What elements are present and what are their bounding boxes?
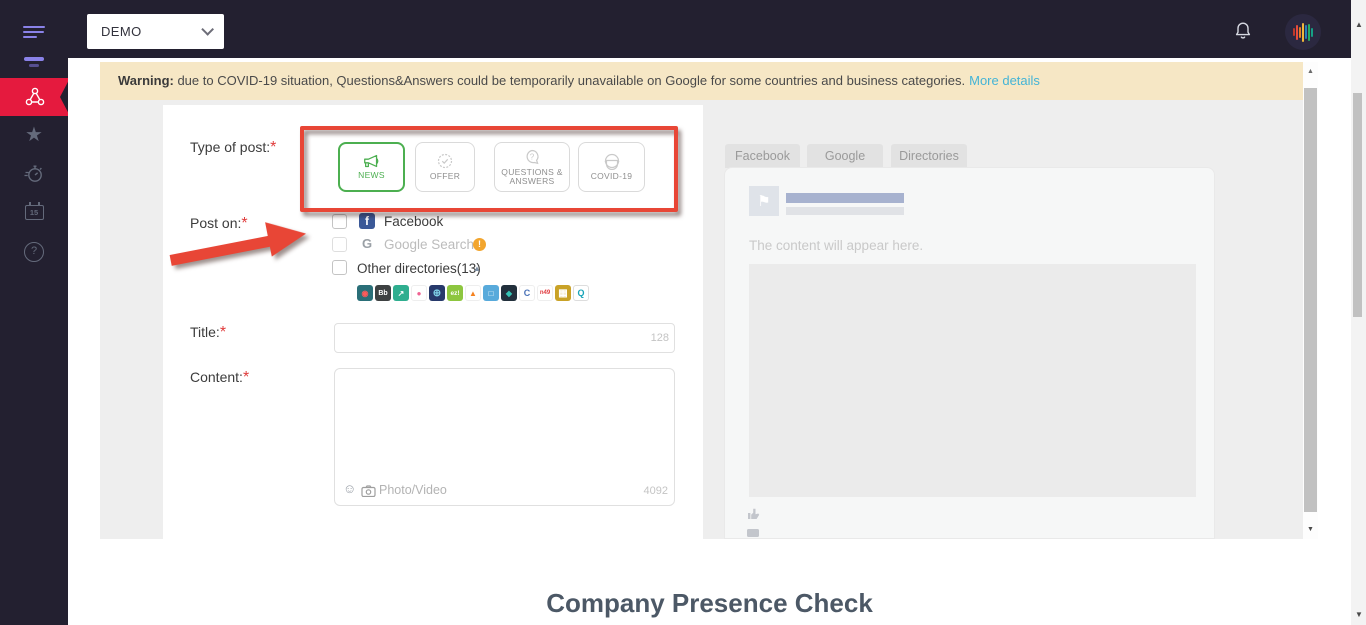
type-of-post-label: Type of post:* — [190, 139, 277, 156]
avatar: ⚑ — [749, 186, 779, 216]
directory-logo-9[interactable]: ◆ — [501, 285, 517, 301]
directory-logo-2[interactable]: Bb — [375, 285, 391, 301]
collapse-triangle-icon[interactable]: ▲ — [473, 264, 481, 273]
workspace-selector[interactable]: DEMO — [87, 14, 224, 49]
svg-text:?: ? — [530, 152, 535, 161]
post-type-offer-button[interactable]: OFFER — [415, 142, 475, 192]
badge-check-icon — [437, 154, 453, 169]
directory-logo-10[interactable]: C — [519, 285, 535, 301]
like-icon — [747, 507, 761, 525]
post-preview-card: ⚑ The content will appear here. — [724, 167, 1215, 539]
google-icon: G — [361, 236, 373, 251]
directory-logo-5[interactable]: ⊕ — [429, 285, 445, 301]
page-name-placeholder — [786, 193, 904, 203]
image-placeholder — [749, 264, 1196, 497]
facebook-icon: f — [359, 213, 375, 229]
hamburger-menu-icon[interactable] — [23, 26, 45, 39]
new-post-form: Type of post:* NEWS OFFER ? QUESTIONS & … — [163, 105, 703, 539]
sidebar-item-posts-active[interactable] — [0, 78, 70, 116]
tab-directories-preview[interactable]: Directories — [891, 144, 967, 168]
photo-video-button[interactable]: Photo/Video — [379, 483, 447, 497]
tab-google-preview[interactable]: Google — [807, 144, 883, 168]
star-icon: ★ — [25, 124, 43, 146]
page-scroll-down-icon[interactable]: ▼ — [1355, 610, 1363, 619]
facebook-checkbox[interactable] — [332, 214, 347, 229]
directory-logo-6[interactable]: ez! — [447, 285, 463, 301]
app-root: DEMO ★ 15 ? ▲ ▼ Warning: due to COVID-19… — [0, 0, 1366, 625]
directory-logo-7[interactable]: ▲ — [465, 285, 481, 301]
directory-logo-11[interactable]: n49 — [537, 285, 553, 301]
channel-google-label: Google Search — [384, 237, 475, 252]
main-content: Warning: due to COVID-19 situation, Ques… — [68, 58, 1351, 625]
google-search-checkbox[interactable] — [332, 237, 347, 252]
camera-icon[interactable] — [361, 484, 376, 502]
content-label: Content:* — [190, 369, 250, 386]
page-scrollbar-thumb[interactable] — [1353, 93, 1362, 317]
preview-placeholder-text: The content will appear here. — [749, 238, 924, 253]
comment-icon — [747, 526, 759, 539]
question-bubble-icon: ? — [526, 149, 539, 164]
chevron-down-icon — [201, 23, 214, 36]
directory-logo-8[interactable]: □ — [483, 285, 499, 301]
post-type-questions-answers-button[interactable]: ? QUESTIONS & ANSWERS — [494, 142, 570, 192]
calendar-icon: 15 — [24, 201, 44, 220]
sidebar-item-quick-actions[interactable] — [0, 158, 68, 188]
panel-scrollbar-thumb[interactable] — [1304, 88, 1317, 512]
warning-banner-bold: Warning: — [118, 73, 174, 88]
sidebar-item-reviews[interactable]: ★ — [0, 120, 68, 150]
equalizer-logo[interactable] — [1285, 14, 1321, 50]
directory-logo-4[interactable]: ● — [411, 285, 427, 301]
notifications-bell-icon[interactable] — [1233, 21, 1253, 41]
stopwatch-icon — [24, 165, 42, 182]
directory-logo-12[interactable]: ▦ — [555, 285, 571, 301]
required-asterisk: * — [219, 324, 227, 341]
post-type-covid19-button[interactable]: COVID-19 — [578, 142, 645, 192]
sidebar-item-calendar[interactable]: 15 — [0, 197, 68, 227]
content-char-counter: 4092 — [643, 485, 668, 497]
sidebar-item-help[interactable]: ? — [0, 237, 68, 267]
other-directories-checkbox[interactable] — [332, 260, 347, 275]
directory-logo-3[interactable]: ↗ — [393, 285, 409, 301]
title-char-counter: 128 — [650, 332, 669, 344]
share-network-icon — [23, 85, 47, 109]
emoji-icon[interactable]: ☺ — [343, 482, 356, 496]
channel-other-directories-label: Other directories(13) — [357, 261, 481, 276]
panel-scroll-down-icon[interactable]: ▼ — [1307, 526, 1314, 533]
flag-icon: ⚑ — [757, 193, 771, 210]
help-icon: ? — [24, 242, 44, 262]
warning-banner-text: due to COVID-19 situation, Questions&Ans… — [173, 73, 966, 88]
more-details-link[interactable]: More details — [969, 73, 1040, 88]
sidebar-nav: ★ 15 ? — [0, 57, 70, 625]
required-asterisk: * — [242, 369, 250, 386]
directory-logo-strip: ◉ Bb ↗ ● ⊕ ez! ▲ □ ◆ C n49 ▦ Q — [357, 285, 589, 301]
sidebar-item-partial-icon — [29, 64, 39, 67]
directory-logo-1[interactable]: ◉ — [357, 285, 373, 301]
required-asterisk: * — [241, 215, 248, 232]
company-presence-check-heading: Company Presence Check — [546, 588, 873, 618]
warning-banner: Warning: due to COVID-19 situation, Ques… — [100, 62, 1303, 100]
title-label: Title:* — [190, 324, 227, 341]
page-scroll-up-icon[interactable]: ▲ — [1355, 20, 1363, 29]
required-asterisk: * — [270, 139, 277, 156]
megaphone-icon — [363, 155, 378, 168]
face-mask-icon — [604, 154, 619, 171]
panel-scroll-up-icon[interactable]: ▲ — [1307, 68, 1314, 75]
workspace-selector-value: DEMO — [101, 24, 142, 39]
channel-facebook-label: Facebook — [384, 214, 444, 229]
post-on-label: Post on:* — [190, 215, 248, 232]
directory-logo-13[interactable]: Q — [573, 285, 589, 301]
post-editor-panel: Warning: due to COVID-19 situation, Ques… — [100, 62, 1318, 539]
tab-facebook-preview[interactable]: Facebook — [725, 144, 800, 168]
post-type-news-button[interactable]: NEWS — [338, 142, 405, 192]
timestamp-placeholder — [786, 207, 904, 215]
sidebar-item-partial-icon — [24, 57, 44, 61]
warning-badge-icon[interactable]: ! — [473, 238, 486, 251]
top-bar: DEMO — [0, 0, 1351, 58]
